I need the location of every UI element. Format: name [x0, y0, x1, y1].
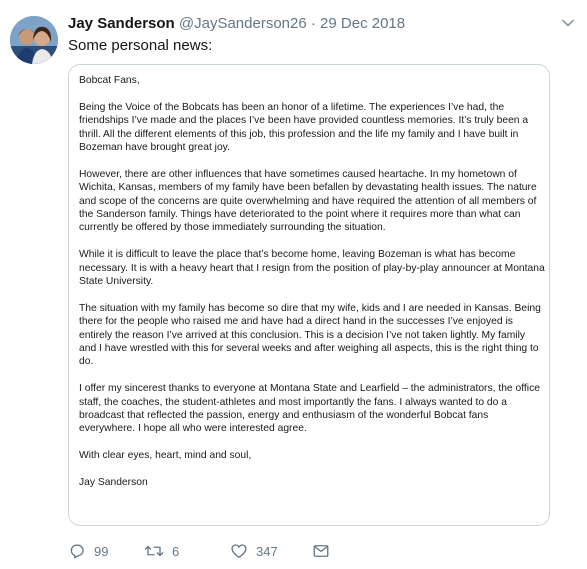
letter-paragraph: While it is difficult to leave the place… [79, 249, 545, 288]
like-count: 347 [256, 543, 278, 559]
letter-signature: Jay Sanderson [79, 477, 148, 489]
letter-paragraph: I offer my sincerest thanks to everyone … [79, 383, 540, 435]
letter-closing: With clear eyes, heart, mind and soul, [79, 450, 252, 462]
separator-dot: · [310, 15, 316, 32]
like-icon [230, 542, 248, 560]
like-button[interactable]: 347 [230, 542, 312, 560]
display-name[interactable]: Jay Sanderson [68, 15, 175, 32]
tweet: Jay Sanderson @JaySanderson26 · 29 Dec 2… [0, 0, 587, 569]
direct-message-icon [312, 542, 330, 560]
avatar[interactable] [10, 16, 58, 64]
tweet-header: Jay Sanderson @JaySanderson26 · 29 Dec 2… [68, 14, 557, 34]
letter-paragraph: However, there are other influences that… [79, 168, 537, 234]
retweet-button[interactable]: 6 [144, 542, 230, 560]
user-handle[interactable]: @JaySanderson26 [179, 15, 307, 32]
attached-image[interactable]: Bobcat Fans, Being the Voice of the Bobc… [68, 64, 550, 526]
reply-count: 99 [94, 543, 109, 559]
retweet-icon [144, 542, 164, 560]
direct-message-button[interactable] [312, 542, 330, 560]
caret-down-icon[interactable] [561, 16, 575, 30]
reply-icon [68, 542, 86, 560]
retweet-count: 6 [172, 543, 180, 559]
letter-paragraph: Being the Voice of the Bobcats has been … [79, 101, 529, 154]
reply-button[interactable]: 99 [68, 542, 130, 560]
tweet-actions: 99 6 347 [68, 540, 330, 562]
letter-salutation: Bobcat Fans, [79, 75, 140, 86]
tweet-date[interactable]: 29 Dec 2018 [320, 15, 405, 32]
letter-paragraph: The situation with my family has become … [79, 302, 541, 368]
letter-text: Bobcat Fans, Being the Voice of the Bobc… [79, 74, 545, 503]
tweet-text: Some personal news: [68, 37, 213, 54]
